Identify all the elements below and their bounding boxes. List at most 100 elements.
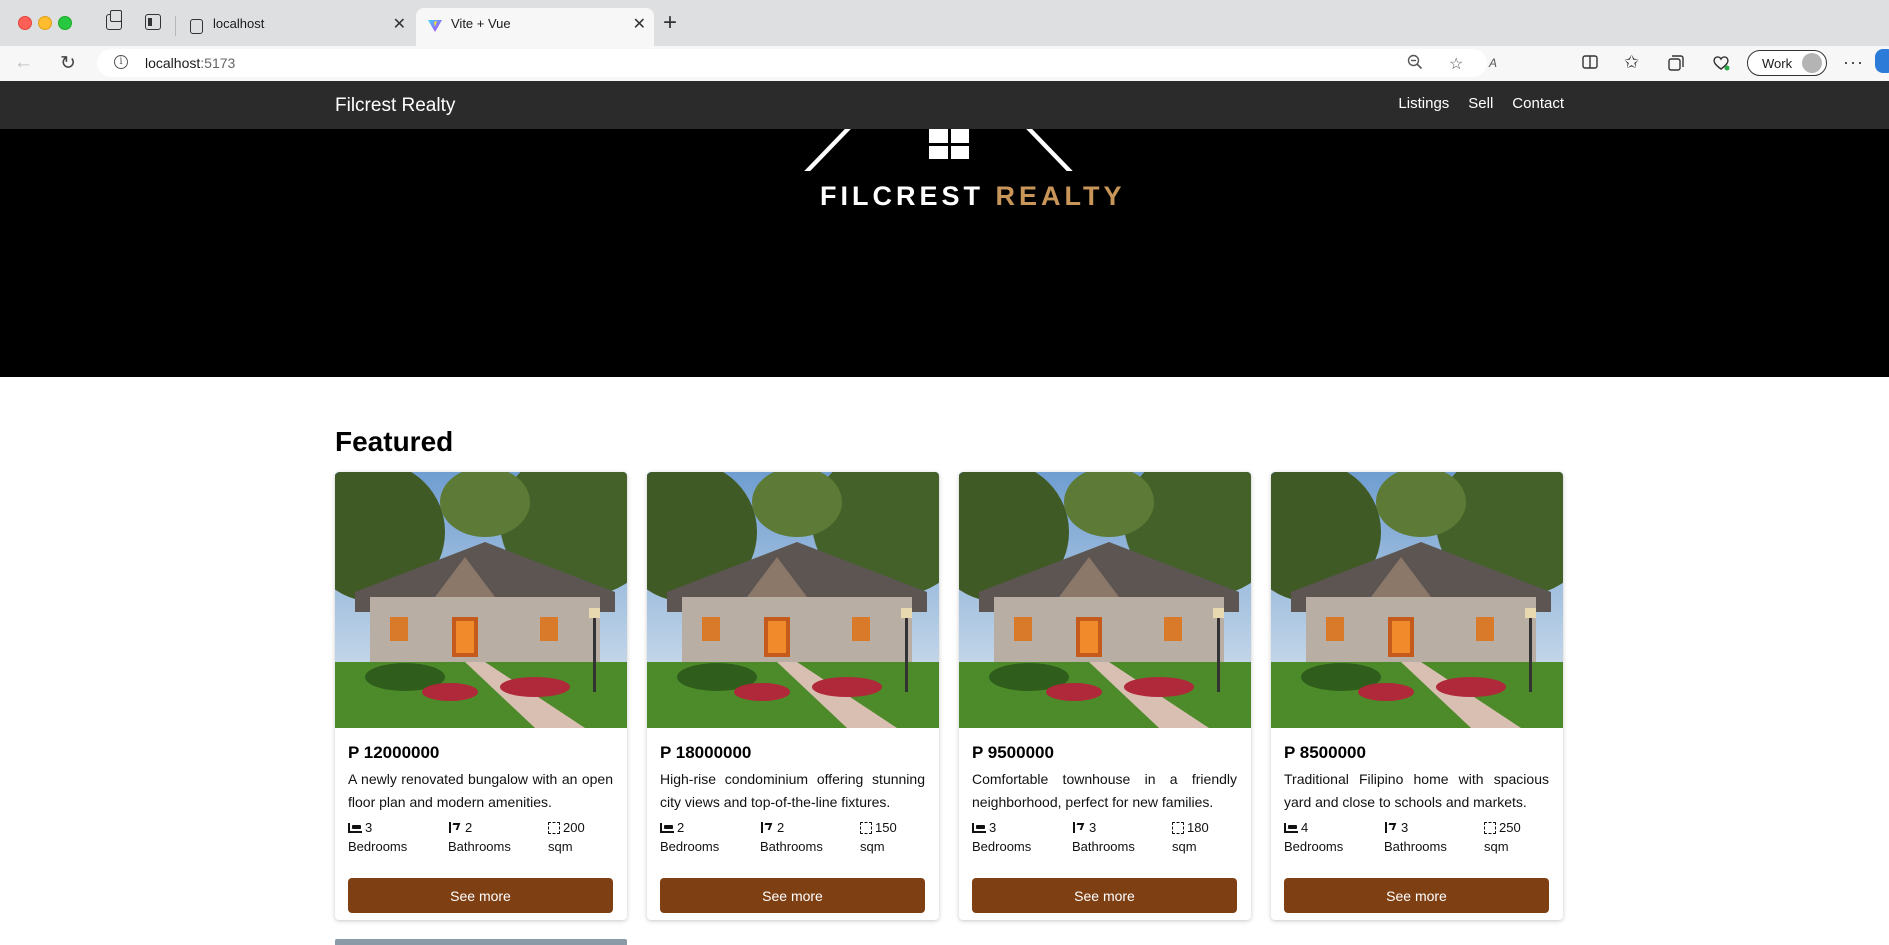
listing-card: P 12000000 A newly renovated bungalow wi… [335, 472, 627, 920]
stat-bathrooms: 2 Bathrooms [448, 818, 511, 856]
stat-bathrooms: 3 Bathrooms [1072, 818, 1135, 856]
nav-link-listings[interactable]: Listings [1398, 95, 1449, 112]
bath-icon [1384, 822, 1398, 833]
site-navbar: Filcrest Realty Listings Sell Contact [0, 81, 1889, 129]
read-aloud-icon[interactable]: A [1489, 56, 1497, 70]
stat-area: 250 sqm [1484, 818, 1521, 856]
area-icon [1484, 821, 1496, 834]
area-icon [548, 821, 560, 834]
page-viewport: Filcrest Realty Listings Sell Contact FI… [0, 81, 1889, 945]
more-icon[interactable]: ··· [1843, 52, 1864, 73]
see-more-button[interactable]: See more [348, 878, 613, 913]
house-photo-icon [335, 472, 627, 728]
see-more-button[interactable]: See more [972, 878, 1237, 913]
tab-localhost[interactable]: localhost ✕ [178, 8, 414, 46]
stat-bathrooms: 3 Bathrooms [1384, 818, 1447, 856]
bedrooms-label: Bedrooms [660, 839, 720, 854]
area-value: 250 [1499, 820, 1521, 835]
see-more-button[interactable]: See more [1284, 878, 1549, 913]
favorite-star-icon[interactable]: ☆ [1449, 54, 1463, 74]
logo-roof-right [1003, 129, 1073, 171]
zoom-out-icon[interactable] [1407, 54, 1423, 75]
listing-price: P 8500000 [1284, 743, 1366, 762]
stat-bedrooms: 2 Bedrooms [660, 818, 719, 856]
listing-photo[interactable] [647, 472, 939, 728]
stat-bathrooms: 2 Bathrooms [760, 818, 823, 856]
vertical-tabs-icon[interactable] [145, 14, 161, 30]
listing-card: P 9500000 Comfortable townhouse in a fri… [959, 472, 1251, 920]
new-tab-icon[interactable]: + [663, 8, 677, 38]
listing-price: P 9500000 [972, 743, 1054, 762]
zoom-window-button[interactable] [58, 16, 72, 30]
bathrooms-label: Bathrooms [448, 839, 511, 854]
profile-label: Work [1762, 56, 1793, 71]
profile-button[interactable]: Work [1747, 50, 1827, 76]
area-icon [860, 821, 872, 834]
stat-area: 150 sqm [860, 818, 897, 856]
browser-essentials-icon[interactable] [1712, 55, 1730, 76]
url-field[interactable]: i localhost:5173 ☆ A [97, 49, 1497, 77]
listing-card: P 8500000 Traditional Filipino home with… [1271, 472, 1563, 920]
bedrooms-count: 4 [1301, 820, 1309, 835]
bathrooms-count: 3 [1401, 820, 1409, 835]
vite-favicon-icon [428, 20, 442, 32]
tab-vite-vue[interactable]: Vite + Vue ✕ [416, 8, 654, 46]
bed-icon [1284, 822, 1298, 833]
workspaces-icon[interactable] [106, 10, 122, 30]
bath-icon [1072, 822, 1086, 833]
area-label: sqm [1484, 839, 1509, 854]
nav-links: Listings Sell Contact [1398, 95, 1564, 112]
collections-icon[interactable] [1668, 55, 1684, 76]
brand-link[interactable]: Filcrest Realty [335, 95, 455, 117]
page-favicon-icon [190, 19, 203, 34]
stat-bedrooms: 3 Bedrooms [972, 818, 1031, 856]
close-tab-icon[interactable]: ✕ [633, 14, 646, 34]
bedrooms-label: Bedrooms [972, 839, 1032, 854]
see-more-button[interactable]: See more [660, 878, 925, 913]
stat-bedrooms: 4 Bedrooms [1284, 818, 1343, 856]
house-photo-icon [647, 472, 939, 728]
copilot-icon[interactable] [1875, 49, 1889, 73]
listing-photo[interactable] [1271, 472, 1563, 728]
logo-word-filcrest: FILCREST [820, 181, 984, 211]
area-label: sqm [548, 839, 573, 854]
bedrooms-count: 3 [989, 820, 997, 835]
area-value: 200 [563, 820, 585, 835]
split-screen-icon[interactable] [1582, 55, 1598, 74]
listing-photo[interactable] [959, 472, 1251, 728]
back-icon[interactable]: ← [14, 52, 33, 74]
tab-label: Vite + Vue [451, 16, 511, 31]
house-photo-icon [959, 472, 1251, 728]
bathrooms-label: Bathrooms [760, 839, 823, 854]
stat-bedrooms: 3 Bedrooms [348, 818, 407, 856]
area-icon [1172, 821, 1184, 834]
info-icon[interactable]: i [114, 55, 128, 69]
listing-description: High-rise condominium offering stunning … [660, 771, 925, 810]
logo-word-realty: REALTY [995, 181, 1126, 211]
bath-icon [760, 822, 774, 833]
bathrooms-label: Bathrooms [1072, 839, 1135, 854]
favorites-icon[interactable]: ✩ [1624, 52, 1639, 73]
area-value: 180 [1187, 820, 1209, 835]
listing-description: A newly renovated bungalow with an open … [348, 771, 613, 810]
nav-link-contact[interactable]: Contact [1512, 95, 1564, 112]
reload-icon[interactable]: ↻ [60, 52, 76, 75]
tab-divider [175, 16, 176, 36]
minimize-window-button[interactable] [38, 16, 52, 30]
house-photo-icon [1271, 472, 1563, 728]
tab-label: localhost [213, 16, 265, 31]
browser-tab-bar: localhost ✕ Vite + Vue ✕ + [0, 0, 1889, 46]
area-label: sqm [860, 839, 885, 854]
bedrooms-count: 3 [365, 820, 373, 835]
nav-link-sell[interactable]: Sell [1468, 95, 1493, 112]
close-window-button[interactable] [18, 16, 32, 30]
next-listing-card-peek [335, 939, 627, 945]
listing-description: Traditional Filipino home with spacious … [1284, 771, 1549, 810]
close-tab-icon[interactable]: ✕ [393, 14, 406, 34]
listing-photo[interactable] [335, 472, 627, 728]
hero-logo-text: FILCREST REALTY [820, 181, 1126, 212]
avatar [1802, 53, 1822, 73]
listing-description: Comfortable townhouse in a friendly neig… [972, 771, 1237, 810]
url-text: localhost:5173 [145, 55, 236, 71]
listing-card: P 18000000 High-rise condominium offerin… [647, 472, 939, 920]
